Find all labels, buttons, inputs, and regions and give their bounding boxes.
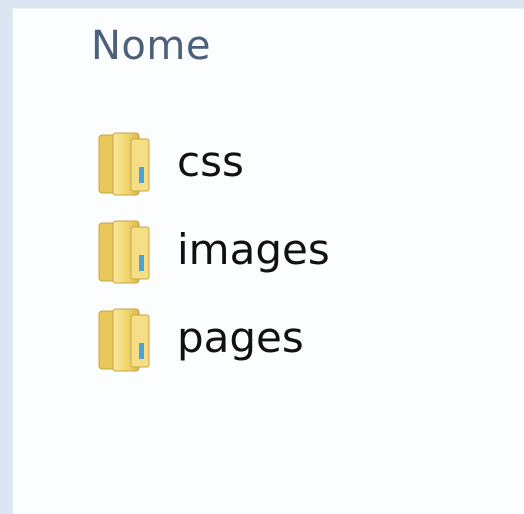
column-header-name[interactable]: Nome xyxy=(91,23,211,69)
list-item-folder-images[interactable]: images xyxy=(97,215,397,303)
list-item-folder-css[interactable]: css xyxy=(97,127,397,215)
folder-name: pages xyxy=(177,313,304,362)
folder-name: images xyxy=(177,225,330,274)
folder-icon xyxy=(98,308,150,372)
file-explorer-pane: Nome css images pages xyxy=(12,8,524,514)
folder-icon xyxy=(98,220,150,284)
folder-name: css xyxy=(177,137,244,186)
file-list: css images pages xyxy=(97,127,397,391)
folder-icon xyxy=(98,132,150,196)
list-item-folder-pages[interactable]: pages xyxy=(97,303,397,391)
